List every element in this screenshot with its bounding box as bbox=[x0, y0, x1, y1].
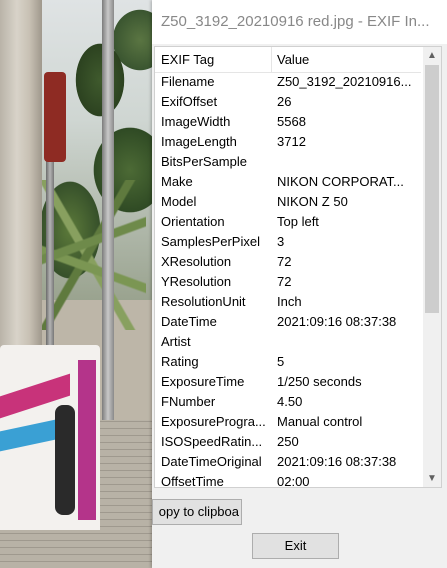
table-row[interactable]: BitsPerSample bbox=[155, 151, 421, 171]
exif-tag-cell: Filename bbox=[161, 74, 215, 89]
table-row[interactable]: OffsetTime 02:00 bbox=[155, 471, 421, 488]
exif-tag-cell: BitsPerSample bbox=[161, 154, 247, 169]
table-row[interactable]: ExposureProgra... Manual control bbox=[155, 411, 421, 431]
exif-tag-cell: Model bbox=[161, 194, 197, 209]
exif-value-cell: 72 bbox=[277, 254, 292, 269]
table-row[interactable]: SamplesPerPixel 3 bbox=[155, 231, 421, 251]
exif-tag-cell: YResolution bbox=[161, 274, 232, 289]
exif-tag-cell: ExposureTime bbox=[161, 374, 245, 389]
exif-value-cell: 2021:09:16 08:37:38 bbox=[277, 454, 397, 469]
exif-tag-cell: ResolutionUnit bbox=[161, 294, 246, 309]
exif-value-cell: Z50_3192_20210916... bbox=[277, 74, 412, 89]
exif-value-cell: Inch bbox=[277, 294, 302, 309]
column-separator[interactable] bbox=[271, 47, 272, 72]
exif-info-window: Z50_3192_20210916 red.jpg - EXIF In... E… bbox=[152, 0, 447, 568]
table-row[interactable]: Rating 5 bbox=[155, 351, 421, 371]
photo-road-sign bbox=[44, 72, 66, 162]
scroll-thumb[interactable] bbox=[425, 65, 439, 313]
exif-value-cell: 2021:09:16 08:37:38 bbox=[277, 314, 397, 329]
exif-value-cell: NIKON CORPORAT... bbox=[277, 174, 404, 189]
column-header-value[interactable]: Value bbox=[277, 52, 309, 67]
exif-tag-cell: ImageLength bbox=[161, 134, 237, 149]
scroll-up-icon[interactable]: ▲ bbox=[423, 47, 441, 64]
table-row[interactable]: Make NIKON CORPORAT... bbox=[155, 171, 421, 191]
exif-value-cell: 5 bbox=[277, 354, 285, 369]
table-row[interactable]: DateTimeOriginal 2021:09:16 08:37:38 bbox=[155, 451, 421, 471]
table-row[interactable]: ResolutionUnit Inch bbox=[155, 291, 421, 311]
table-row[interactable]: ISOSpeedRatin... 250 bbox=[155, 431, 421, 451]
exif-tag-cell: Orientation bbox=[161, 214, 225, 229]
exif-rows: Filename Z50_3192_20210916... ExifOffset 26… bbox=[155, 71, 421, 488]
exif-value-cell: 5568 bbox=[277, 114, 306, 129]
exif-tag-cell: Rating bbox=[161, 354, 199, 369]
photo-lamp-pole bbox=[102, 0, 114, 420]
table-row[interactable]: ImageLength 3712 bbox=[155, 131, 421, 151]
title-bar[interactable]: Z50_3192_20210916 red.jpg - EXIF In... bbox=[152, 0, 447, 44]
table-row[interactable]: Filename Z50_3192_20210916... bbox=[155, 71, 421, 91]
vertical-scrollbar[interactable]: ▲ ▼ bbox=[423, 47, 441, 487]
table-row[interactable]: Orientation Top left bbox=[155, 211, 421, 231]
table-row[interactable]: YResolution 72 bbox=[155, 271, 421, 291]
exif-tag-cell: ISOSpeedRatin... bbox=[161, 434, 263, 449]
exif-tag-cell: DateTime bbox=[161, 314, 217, 329]
table-row[interactable]: ExifOffset 26 bbox=[155, 91, 421, 111]
exif-value-cell: 3 bbox=[277, 234, 285, 249]
exif-tag-cell: ExifOffset bbox=[161, 94, 218, 109]
photo-painted-bollard bbox=[0, 345, 100, 530]
exif-value-cell: 250 bbox=[277, 434, 299, 449]
table-row[interactable]: DateTime 2021:09:16 08:37:38 bbox=[155, 311, 421, 331]
exif-value-cell: 3712 bbox=[277, 134, 306, 149]
exif-tag-cell: FNumber bbox=[161, 394, 216, 409]
scroll-down-icon[interactable]: ▼ bbox=[423, 470, 441, 487]
exif-value-cell: 26 bbox=[277, 94, 292, 109]
photo-tree-trunk bbox=[0, 0, 42, 400]
table-row[interactable]: ImageWidth 5568 bbox=[155, 111, 421, 131]
exif-value-cell: 4.50 bbox=[277, 394, 303, 409]
exif-value-cell: Manual control bbox=[277, 414, 363, 429]
exif-value-cell: NIKON Z 50 bbox=[277, 194, 348, 209]
exif-value-cell: 02:00 bbox=[277, 474, 310, 488]
table-row[interactable]: Model NIKON Z 50 bbox=[155, 191, 421, 211]
exif-tag-cell: DateTimeOriginal bbox=[161, 454, 262, 469]
exif-list-view[interactable]: EXIF Tag Value Filename Z50_3192_20210916… bbox=[154, 46, 442, 488]
exif-value-cell: 1/250 seconds bbox=[277, 374, 362, 389]
column-header-tag[interactable]: EXIF Tag bbox=[161, 52, 214, 67]
exif-tag-cell: ExposureProgra... bbox=[161, 414, 266, 429]
exif-tag-cell: Artist bbox=[161, 334, 191, 349]
copy-to-clipboard-button[interactable]: opy to clipboa bbox=[152, 499, 242, 525]
window-title: Z50_3192_20210916 red.jpg - EXIF In... bbox=[161, 13, 430, 30]
exit-button[interactable]: Exit bbox=[252, 533, 339, 559]
list-header: EXIF Tag Value bbox=[155, 47, 421, 73]
table-row[interactable]: FNumber 4.50 bbox=[155, 391, 421, 411]
exif-tag-cell: OffsetTime bbox=[161, 474, 224, 488]
exif-tag-cell: XResolution bbox=[161, 254, 232, 269]
table-row[interactable]: Artist bbox=[155, 331, 421, 351]
exif-value-cell: 72 bbox=[277, 274, 292, 289]
exif-tag-cell: Make bbox=[161, 174, 193, 189]
exif-tag-cell: SamplesPerPixel bbox=[161, 234, 260, 249]
table-row[interactable]: ExposureTime 1/250 seconds bbox=[155, 371, 421, 391]
table-row[interactable]: XResolution 72 bbox=[155, 251, 421, 271]
exif-value-cell: Top left bbox=[277, 214, 319, 229]
exif-tag-cell: ImageWidth bbox=[161, 114, 231, 129]
